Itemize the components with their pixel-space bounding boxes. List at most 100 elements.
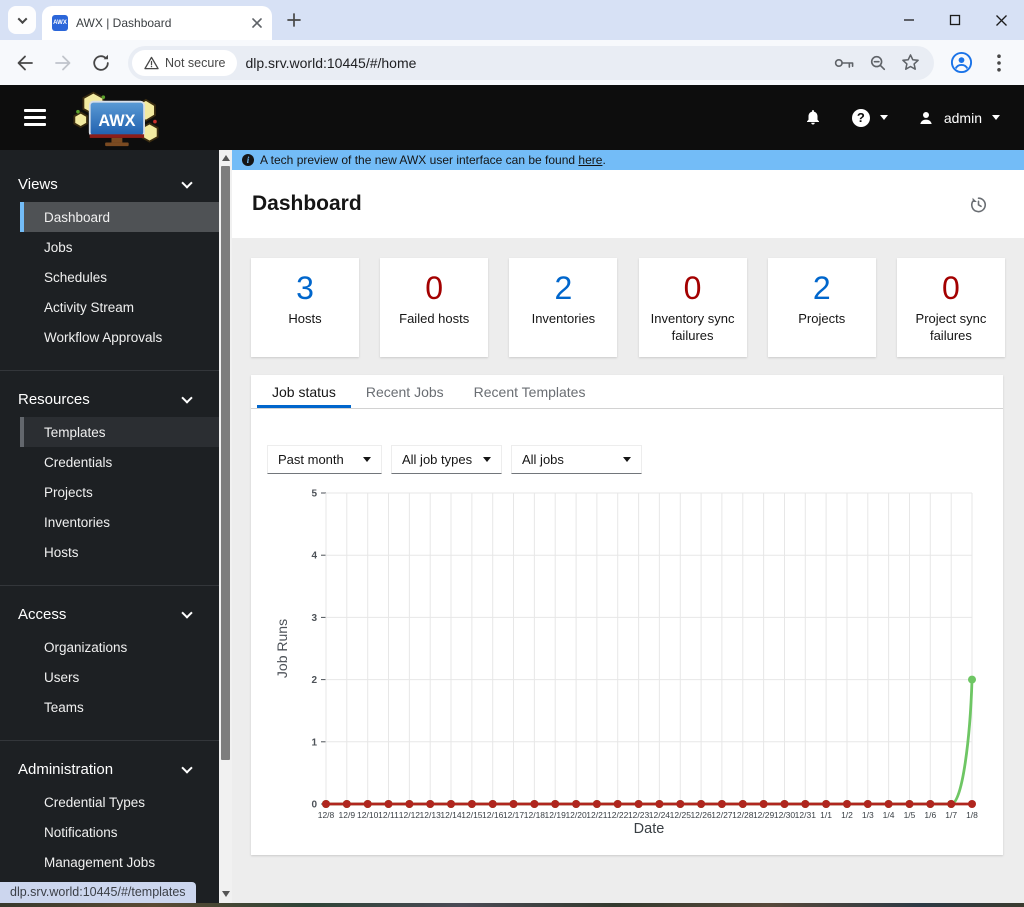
zoom-icon[interactable]	[869, 54, 887, 72]
job-filter-select[interactable]: All jobs	[511, 445, 642, 474]
svg-text:12/18: 12/18	[524, 810, 546, 820]
sidebar-item-management-jobs[interactable]: Management Jobs	[20, 847, 219, 877]
svg-text:12/31: 12/31	[795, 810, 817, 820]
svg-text:1/4: 1/4	[883, 810, 895, 820]
svg-text:12/30: 12/30	[774, 810, 796, 820]
not-secure-chip[interactable]: Not secure	[132, 49, 238, 76]
stat-card-projects[interactable]: 2 Projects	[767, 258, 876, 357]
svg-text:2: 2	[311, 675, 317, 686]
sidebar-group-administration[interactable]: Administration	[0, 751, 219, 787]
sidebar-item-inventories[interactable]: Inventories	[20, 507, 219, 537]
svg-text:1/6: 1/6	[924, 810, 936, 820]
forward-button[interactable]	[46, 46, 80, 80]
period-select[interactable]: Past month	[267, 445, 382, 474]
page-scrollbar[interactable]	[219, 150, 232, 907]
scrollbar-thumb[interactable]	[221, 166, 230, 760]
notifications-button[interactable]	[804, 108, 822, 127]
scroll-up-arrow[interactable]	[219, 151, 232, 165]
tab-close-icon[interactable]	[250, 16, 264, 30]
scroll-down-arrow[interactable]	[219, 887, 232, 901]
browser-tabstrip: AWX AWX | Dashboard	[0, 0, 1024, 40]
sidebar-item-teams[interactable]: Teams	[20, 692, 219, 722]
sidebar-group-access[interactable]: Access	[0, 596, 219, 632]
help-icon: ?	[851, 108, 870, 127]
hamburger-menu-button[interactable]	[24, 109, 46, 126]
caret-down-icon	[623, 457, 631, 462]
address-bar[interactable]: Not secure dlp.srv.world:10445/#/home	[128, 45, 934, 80]
bookmark-star-icon[interactable]	[901, 53, 920, 72]
stat-card-failed-hosts[interactable]: 0 Failed hosts	[380, 258, 489, 357]
maximize-button[interactable]	[932, 0, 978, 40]
svg-text:12/16: 12/16	[482, 810, 504, 820]
browser-tab[interactable]: AWX AWX | Dashboard	[42, 6, 272, 40]
stat-card-hosts[interactable]: 3 Hosts	[251, 258, 359, 357]
job-status-panel: Job status Recent Jobs Recent Templates …	[251, 375, 1003, 855]
sidebar-item-credentials[interactable]: Credentials	[20, 447, 219, 477]
close-window-button[interactable]	[978, 0, 1024, 40]
warning-icon	[144, 56, 159, 69]
svg-text:12/27: 12/27	[711, 810, 733, 820]
tab-job-status[interactable]: Job status	[257, 375, 351, 408]
profile-avatar-icon[interactable]	[944, 46, 978, 80]
minimize-button[interactable]	[886, 0, 932, 40]
tab-title: AWX | Dashboard	[76, 16, 172, 30]
sidebar-item-activity-stream[interactable]: Activity Stream	[20, 292, 219, 322]
sidebar-item-notifications[interactable]: Notifications	[20, 817, 219, 847]
chevron-down-icon	[181, 176, 193, 189]
svg-text:1/5: 1/5	[904, 810, 916, 820]
svg-text:Date: Date	[634, 821, 665, 837]
job-type-select[interactable]: All job types	[391, 445, 502, 474]
reload-button[interactable]	[84, 46, 118, 80]
menu-dots-icon[interactable]	[982, 46, 1016, 80]
awx-logo[interactable]: AWX	[68, 89, 164, 147]
sidebar-item-schedules[interactable]: Schedules	[20, 262, 219, 292]
url-text: dlp.srv.world:10445/#/home	[245, 54, 417, 71]
tab-recent-jobs[interactable]: Recent Jobs	[351, 375, 459, 408]
user-menu-button[interactable]: admin	[918, 110, 1000, 126]
stat-card-project-sync-failures[interactable]: 0 Project sync failures	[896, 258, 1005, 357]
svg-text:0: 0	[311, 800, 317, 811]
sidebar-item-users[interactable]: Users	[20, 662, 219, 692]
svg-text:12/17: 12/17	[503, 810, 525, 820]
bell-icon	[806, 110, 819, 125]
svg-text:AWX: AWX	[98, 112, 135, 130]
sidebar-item-projects[interactable]: Projects	[20, 477, 219, 507]
tab-search-button[interactable]	[8, 6, 36, 34]
back-button[interactable]	[8, 46, 42, 80]
svg-text:3: 3	[311, 613, 317, 624]
chart-filters: Past month All job types All jobs	[267, 445, 1003, 474]
svg-text:12/11: 12/11	[378, 810, 399, 820]
dashboard-stat-cards: 3 Hosts 0 Failed hosts 2 Inventories 0 I…	[251, 258, 1005, 357]
stat-card-inventories[interactable]: 2 Inventories	[509, 258, 618, 357]
svg-text:12/10: 12/10	[357, 810, 379, 820]
stat-card-inventory-sync-failures[interactable]: 0 Inventory sync failures	[638, 258, 747, 357]
tech-preview-link[interactable]: here	[578, 153, 602, 167]
desktop-background-sliver	[0, 903, 1024, 907]
job-runs-chart: 01234512/8 12/9 12/10 12/11 12/12 12/13 12/14 1…	[274, 489, 978, 838]
sidebar-item-hosts[interactable]: Hosts	[20, 537, 219, 567]
new-tab-button[interactable]	[286, 12, 302, 28]
svg-text:12/20: 12/20	[565, 810, 587, 820]
caret-down-icon	[879, 115, 888, 120]
svg-text:12/22: 12/22	[607, 810, 629, 820]
sidebar-item-credential-types[interactable]: Credential Types	[20, 787, 219, 817]
sidebar-group-views[interactable]: Views	[0, 166, 219, 202]
sidebar-item-organizations[interactable]: Organizations	[20, 632, 219, 662]
svg-text:12/14: 12/14	[440, 810, 462, 820]
caret-down-icon	[992, 115, 1000, 120]
tab-recent-templates[interactable]: Recent Templates	[459, 375, 601, 408]
svg-text:12/9: 12/9	[339, 810, 356, 820]
chevron-down-icon	[17, 13, 27, 24]
svg-text:1: 1	[311, 737, 317, 748]
sidebar-item-templates[interactable]: Templates	[20, 417, 219, 447]
sidebar-group-resources[interactable]: Resources	[0, 381, 219, 417]
history-button[interactable]	[969, 195, 988, 214]
sidebar-item-jobs[interactable]: Jobs	[20, 232, 219, 262]
svg-text:1/2: 1/2	[841, 810, 853, 820]
caret-down-icon	[363, 457, 371, 462]
help-menu-button[interactable]: ?	[851, 108, 888, 127]
sidebar-item-workflow-approvals[interactable]: Workflow Approvals	[20, 322, 219, 352]
svg-text:1/3: 1/3	[862, 810, 874, 820]
sidebar-item-dashboard[interactable]: Dashboard	[20, 202, 219, 232]
key-icon[interactable]	[834, 56, 855, 70]
